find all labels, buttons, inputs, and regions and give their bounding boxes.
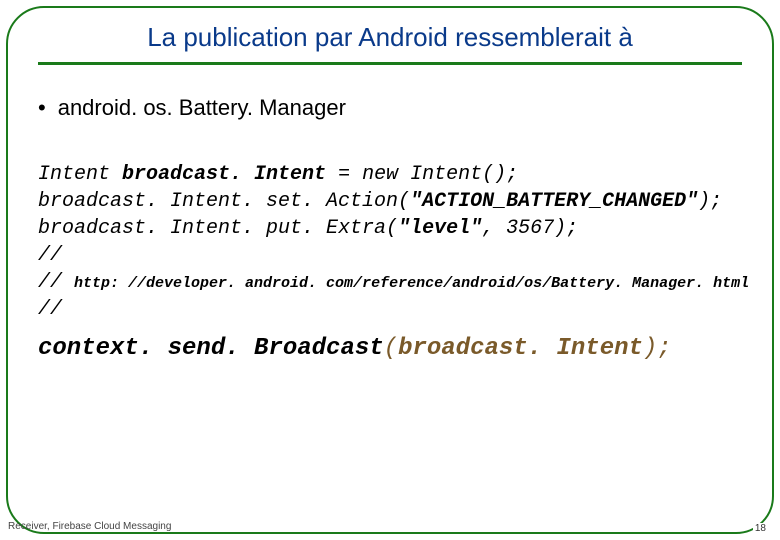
bigcode-c: broadcast. Intent — [398, 335, 643, 362]
code-l3b: "level" — [398, 217, 482, 240]
bigcode-a: context. send. Broadcast — [38, 335, 384, 362]
bigcode-d: ); — [643, 335, 672, 362]
code-l4: // — [38, 244, 62, 267]
code-l2a: broadcast. Intent. set. Action( — [38, 190, 410, 213]
bullet-marker: • — [38, 95, 46, 121]
code-url: http: //developer. android. com/referenc… — [74, 275, 749, 292]
footer-text: Receiver, Firebase Cloud Messaging — [8, 521, 171, 532]
code-l3c: , 3567); — [482, 217, 578, 240]
code-block: Intent broadcast. Intent = new Intent();… — [38, 161, 742, 323]
slide-content: • android. os. Battery. Manager Intent b… — [38, 95, 742, 362]
code-l1c: = new Intent(); — [326, 163, 518, 186]
code-l2c: ); — [698, 190, 722, 213]
title-underline — [38, 62, 742, 65]
code-l3a: broadcast. Intent. put. Extra( — [38, 217, 398, 240]
slide-title: La publication par Android ressemblerait… — [0, 22, 780, 53]
bullet-text: android. os. Battery. Manager — [58, 95, 346, 121]
bullet-item: • android. os. Battery. Manager — [38, 95, 742, 121]
bigcode-b: ( — [384, 335, 398, 362]
code-l5a: // — [38, 271, 74, 294]
code-l1a: Intent — [38, 163, 122, 186]
code-l2b: "ACTION_BATTERY_CHANGED" — [410, 190, 698, 213]
big-code-line: context. send. Broadcast(broadcast. Inte… — [38, 335, 742, 362]
page-number: 18 — [753, 523, 768, 534]
code-l1b: broadcast. Intent — [122, 163, 326, 186]
code-l6: // — [38, 298, 62, 321]
